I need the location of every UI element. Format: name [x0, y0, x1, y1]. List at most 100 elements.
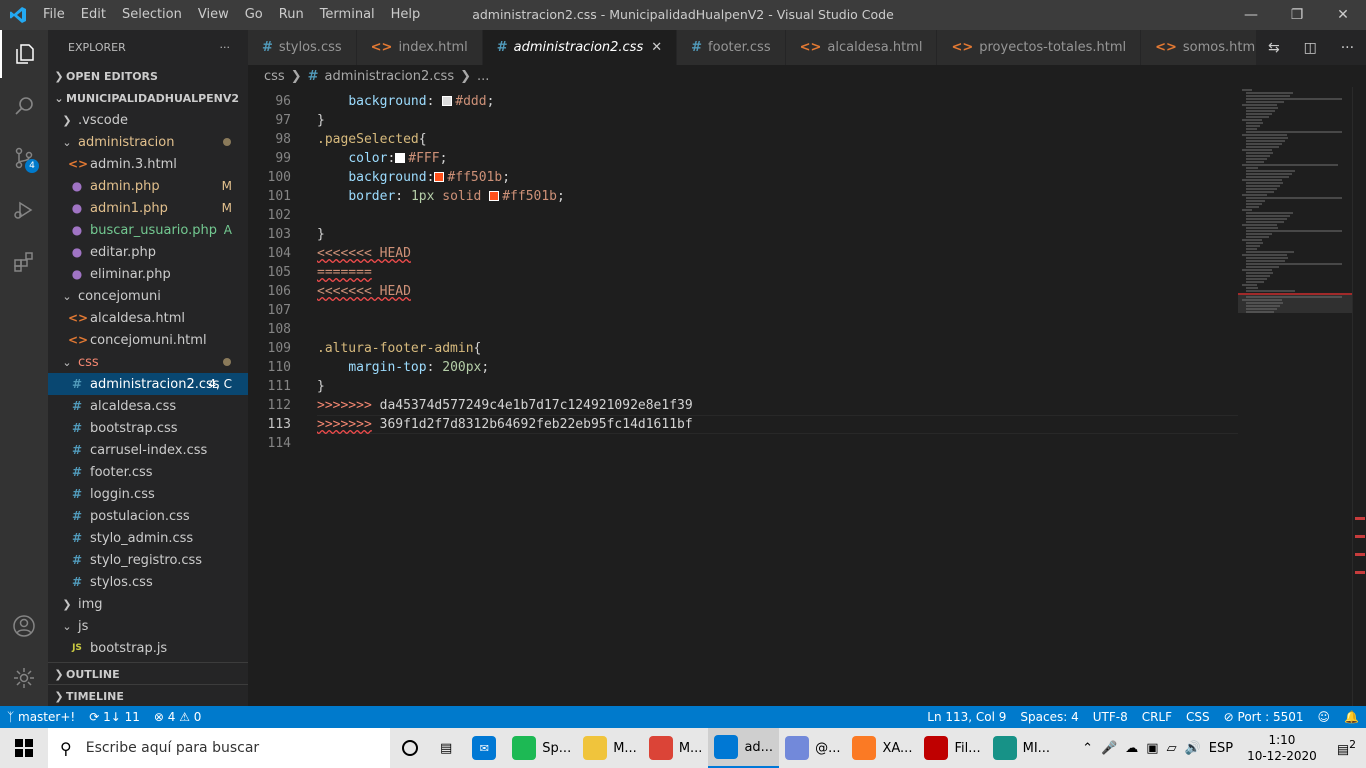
tree-file[interactable]: # postulacion.css [48, 505, 248, 527]
microphone-icon[interactable]: 🎤 [1097, 741, 1121, 756]
color-swatch[interactable] [442, 96, 453, 106]
menu-go[interactable]: Go [237, 0, 271, 30]
timeline-section[interactable]: ❯ TIMELINE [48, 685, 248, 707]
menu-file[interactable]: File [35, 0, 73, 30]
menu-selection[interactable]: Selection [114, 0, 190, 30]
tree-file[interactable]: # loggin.css [48, 483, 248, 505]
taskbar-app[interactable]: M... [577, 728, 643, 768]
tree-file[interactable]: ● admin1.php M [48, 197, 248, 219]
project-section[interactable]: ⌄ MUNICIPALIDADHUALPENV2 [48, 87, 248, 109]
breadcrumb-folder[interactable]: css [264, 69, 285, 84]
minimap[interactable] [1238, 87, 1352, 706]
search-icon[interactable] [0, 82, 48, 130]
taskbar-app[interactable]: MI... [987, 728, 1056, 768]
tree-file[interactable]: # stylos.css [48, 571, 248, 593]
tree-folder[interactable]: ❯ img [48, 593, 248, 615]
open-editors-section[interactable]: ❯ OPEN EDITORS [48, 65, 248, 87]
editor-scrollbar[interactable] [1352, 87, 1366, 706]
menu-run[interactable]: Run [271, 0, 312, 30]
taskbar-search[interactable]: ⚲ Escribe aquí para buscar [48, 728, 390, 768]
minimize-button[interactable]: — [1228, 0, 1274, 30]
tree-file[interactable]: # bootstrap.css [48, 417, 248, 439]
encoding[interactable]: UTF-8 [1086, 710, 1135, 724]
tree-folder[interactable]: ⌄ js [48, 615, 248, 637]
explorer-more-actions[interactable]: ··· [220, 41, 231, 54]
git-sync[interactable]: ⟳ 1↓ 11 [82, 710, 147, 724]
tree-file[interactable]: <> admin.3.html [48, 153, 248, 175]
restore-button[interactable]: ❐ [1274, 0, 1320, 30]
clock[interactable]: 1:10 10-12-2020 [1237, 732, 1327, 764]
tree-folder[interactable]: ⌄ administracion [48, 131, 248, 153]
tree-file[interactable]: # alcaldesa.css [48, 395, 248, 417]
volume-icon[interactable]: 🔊 [1181, 741, 1205, 756]
tree-file[interactable]: <> alcaldesa.html [48, 307, 248, 329]
display-icon[interactable]: ▣ [1142, 741, 1162, 756]
split-editor-icon[interactable]: ◫ [1304, 40, 1317, 56]
editor-tab[interactable]: <> alcaldesa.html [785, 30, 938, 65]
tree-file[interactable]: ● editar.php [48, 241, 248, 263]
code-editor[interactable]: 96 background: #ddd; 97} 98 .pageSelected{9… [248, 87, 1238, 706]
editor-tab[interactable]: # footer.css [677, 30, 786, 65]
live-server-port[interactable]: ⊘ Port : 5501 [1217, 710, 1311, 724]
tree-file[interactable]: # carrusel-index.css [48, 439, 248, 461]
problems-indicator[interactable]: ⊗ 4 ⚠ 0 [147, 710, 209, 724]
cortana-icon[interactable] [390, 728, 430, 768]
color-swatch[interactable] [434, 172, 445, 182]
editor-tab[interactable]: # stylos.css [248, 30, 357, 65]
chevron-up-icon[interactable]: ⌃ [1078, 741, 1097, 756]
tree-folder[interactable]: ⌄ concejomuni [48, 285, 248, 307]
tree-file[interactable]: <> concejomuni.html [48, 329, 248, 351]
network-icon[interactable]: ▱ [1163, 741, 1181, 756]
taskbar-app[interactable]: XA... [846, 728, 918, 768]
tree-file[interactable]: # administracion2.css 4, C [48, 373, 248, 395]
menu-terminal[interactable]: Terminal [312, 0, 383, 30]
extensions-icon[interactable] [0, 238, 48, 286]
language-mode[interactable]: CSS [1179, 710, 1217, 724]
tree-folder[interactable]: ⌄ css [48, 351, 248, 373]
close-tab-icon[interactable]: ✕ [651, 40, 662, 55]
tree-file[interactable]: ● admin.php M [48, 175, 248, 197]
explorer-icon[interactable] [0, 30, 48, 78]
outline-section[interactable]: ❯ OUTLINE [48, 663, 248, 685]
taskbar-app[interactable]: Sp... [506, 728, 577, 768]
indentation[interactable]: Spaces: 4 [1013, 710, 1085, 724]
cursor-position[interactable]: Ln 113, Col 9 [920, 710, 1013, 724]
taskbar-app[interactable]: M... [643, 728, 709, 768]
tree-file[interactable]: ● buscar_usuario.php A [48, 219, 248, 241]
run-debug-icon[interactable] [0, 186, 48, 234]
editor-tab[interactable]: <> index.html [356, 30, 483, 65]
tree-file[interactable]: # footer.css [48, 461, 248, 483]
open-changes-icon[interactable]: ⇆ [1268, 40, 1280, 56]
breadcrumb-more[interactable]: ... [477, 69, 489, 84]
taskbar-app[interactable]: ad... [708, 728, 780, 768]
settings-gear-icon[interactable] [0, 654, 48, 702]
mail-icon[interactable]: ✉ [462, 728, 506, 768]
color-swatch[interactable] [395, 153, 406, 163]
tree-file[interactable]: JS bootstrap.js [48, 637, 248, 659]
tree-file[interactable]: # stylo_admin.css [48, 527, 248, 549]
menu-help[interactable]: Help [383, 0, 429, 30]
editor-tab[interactable]: <> proyectos-totales.html [937, 30, 1142, 65]
action-center-icon[interactable]: ▤2 [1327, 738, 1366, 757]
tree-file[interactable]: # stylo_registro.css [48, 549, 248, 571]
account-icon[interactable] [0, 602, 48, 650]
cloud-icon[interactable]: ☁ [1121, 741, 1142, 756]
end-of-line[interactable]: CRLF [1135, 710, 1179, 724]
tree-file[interactable]: ● eliminar.php [48, 263, 248, 285]
start-button[interactable] [0, 728, 48, 768]
breadcrumb-file[interactable]: administracion2.css [325, 69, 455, 84]
editor-tab[interactable]: # administracion2.css ✕ [482, 30, 678, 65]
input-language[interactable]: ESP [1205, 741, 1237, 756]
git-branch[interactable]: ᛉ master+! [0, 710, 82, 724]
editor-tab[interactable]: <> somos.html [1141, 30, 1274, 65]
tree-folder[interactable]: ❯ .vscode [48, 109, 248, 131]
color-swatch[interactable] [489, 191, 500, 201]
task-view-icon[interactable]: ▤ [430, 728, 462, 768]
menu-view[interactable]: View [190, 0, 237, 30]
notifications-bell-icon[interactable]: 🔔 [1337, 710, 1366, 724]
source-control-icon[interactable]: 4 [0, 134, 48, 182]
menu-edit[interactable]: Edit [73, 0, 114, 30]
taskbar-app[interactable]: @... [779, 728, 846, 768]
taskbar-app[interactable]: Fil... [918, 728, 986, 768]
feedback-icon[interactable]: ☺ [1311, 710, 1338, 724]
